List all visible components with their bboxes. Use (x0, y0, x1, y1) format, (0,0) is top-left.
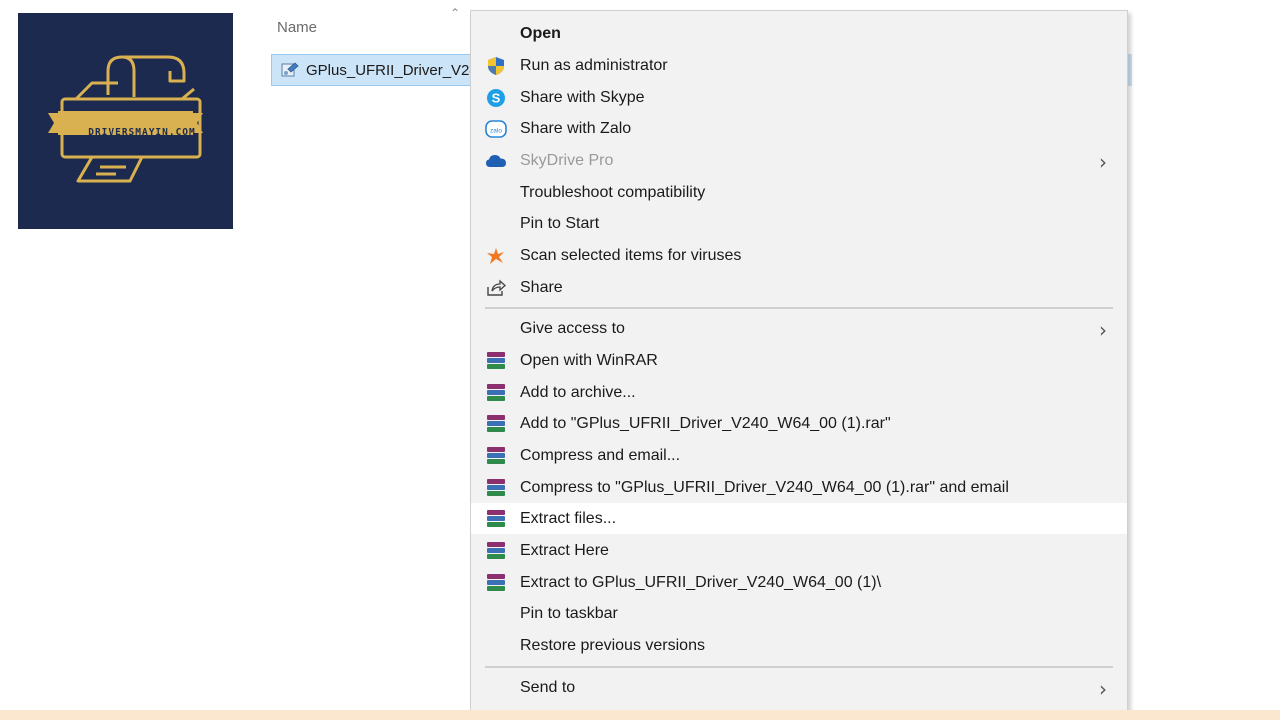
zalo-icon: zalo (485, 118, 507, 140)
submenu-arrow-icon: › (1099, 677, 1107, 701)
menu-item-scan-viruses[interactable]: Scan selected items for viruses (471, 240, 1127, 271)
selected-file-row[interactable]: GPlus_UFRII_Driver_V240_W64_00 (1) (271, 54, 476, 86)
printer-logo-icon (48, 55, 203, 183)
svg-text:S: S (492, 91, 501, 106)
share-icon (485, 277, 507, 299)
menu-item-share-with-zalo[interactable]: zalo Share with Zalo (471, 113, 1127, 144)
menu-item-troubleshoot-compatibility[interactable]: Troubleshoot compatibility (471, 177, 1127, 208)
menu-item-label: Extract to GPlus_UFRII_Driver_V240_W64_0… (520, 573, 882, 591)
menu-item-extract-files[interactable]: Extract files... (471, 503, 1127, 534)
menu-item-pin-to-start[interactable]: Pin to Start (471, 208, 1127, 239)
rar-installer-icon (281, 62, 299, 77)
menu-item-share[interactable]: Share (471, 272, 1127, 303)
winrar-icon (485, 572, 507, 594)
menu-separator (485, 307, 1113, 309)
svg-text:zalo: zalo (490, 128, 502, 135)
menu-separator (485, 666, 1113, 668)
menu-item-label: Compress to "GPlus_UFRII_Driver_V240_W64… (520, 478, 1009, 496)
winrar-icon (485, 413, 507, 435)
menu-item-label: Extract files... (520, 509, 617, 527)
winrar-icon (485, 508, 507, 530)
menu-item-label: Add to "GPlus_UFRII_Driver_V240_W64_00 (… (520, 414, 891, 432)
avast-icon (485, 245, 507, 267)
context-menu: Open Run as administrator S Share with S… (470, 10, 1128, 720)
menu-item-give-access-to[interactable]: Give access to › (471, 313, 1127, 344)
footer-band (0, 710, 1280, 720)
menu-item-label: Share with Skype (520, 88, 645, 106)
menu-item-label: Send to (520, 678, 576, 696)
winrar-icon (485, 477, 507, 499)
menu-item-run-as-administrator[interactable]: Run as administrator (471, 50, 1127, 81)
menu-item-label: Share with Zalo (520, 119, 632, 137)
menu-item-label: Troubleshoot compatibility (520, 183, 706, 201)
winrar-icon (485, 445, 507, 467)
menu-item-compress-to-rar-and-email[interactable]: Compress to "GPlus_UFRII_Driver_V240_W64… (471, 472, 1127, 503)
menu-item-open-with-winrar[interactable]: Open with WinRAR (471, 345, 1127, 376)
file-name: GPlus_UFRII_Driver_V240_W64_00 (1) (306, 61, 476, 79)
menu-item-label: Open (520, 24, 561, 42)
menu-item-label: Run as administrator (520, 56, 668, 74)
winrar-icon (485, 350, 507, 372)
logo-text: DRIVERSMAYIN.COM (88, 127, 196, 138)
skydrive-icon (485, 150, 507, 172)
menu-item-label: Compress and email... (520, 446, 681, 464)
menu-item-send-to[interactable]: Send to › (471, 672, 1127, 703)
menu-item-label: SkyDrive Pro (520, 151, 614, 169)
name-column-header[interactable]: Name (277, 19, 317, 36)
menu-item-label: Share (520, 278, 563, 296)
menu-item-share-with-skype[interactable]: S Share with Skype (471, 82, 1127, 113)
menu-item-extract-to-folder[interactable]: Extract to GPlus_UFRII_Driver_V240_W64_0… (471, 567, 1127, 598)
site-logo: DRIVERSMAYIN.COM (18, 13, 233, 229)
menu-item-restore-previous-versions[interactable]: Restore previous versions (471, 630, 1127, 661)
skype-icon: S (485, 87, 507, 109)
menu-item-add-to-archive[interactable]: Add to archive... (471, 377, 1127, 408)
menu-item-add-to-rar[interactable]: Add to "GPlus_UFRII_Driver_V240_W64_00 (… (471, 408, 1127, 439)
menu-item-label: Add to archive... (520, 383, 636, 401)
menu-item-open[interactable]: Open (471, 18, 1127, 49)
uac-shield-icon (485, 55, 507, 77)
winrar-icon (485, 540, 507, 562)
menu-item-label: Scan selected items for viruses (520, 246, 742, 264)
menu-item-label: Pin to taskbar (520, 604, 618, 622)
menu-item-label: Give access to (520, 319, 625, 337)
submenu-arrow-icon: › (1099, 318, 1107, 342)
menu-item-extract-here[interactable]: Extract Here (471, 535, 1127, 566)
chevron-up-icon: ⌃ (450, 6, 461, 20)
menu-item-label: Extract Here (520, 541, 609, 559)
menu-item-compress-and-email[interactable]: Compress and email... (471, 440, 1127, 471)
menu-item-skydrive-pro[interactable]: SkyDrive Pro › (471, 145, 1127, 176)
menu-item-label: Pin to Start (520, 214, 600, 232)
winrar-icon (485, 382, 507, 404)
menu-item-pin-to-taskbar[interactable]: Pin to taskbar (471, 598, 1127, 629)
menu-item-label: Restore previous versions (520, 636, 705, 654)
submenu-arrow-icon: › (1099, 150, 1107, 174)
menu-item-label: Open with WinRAR (520, 351, 658, 369)
